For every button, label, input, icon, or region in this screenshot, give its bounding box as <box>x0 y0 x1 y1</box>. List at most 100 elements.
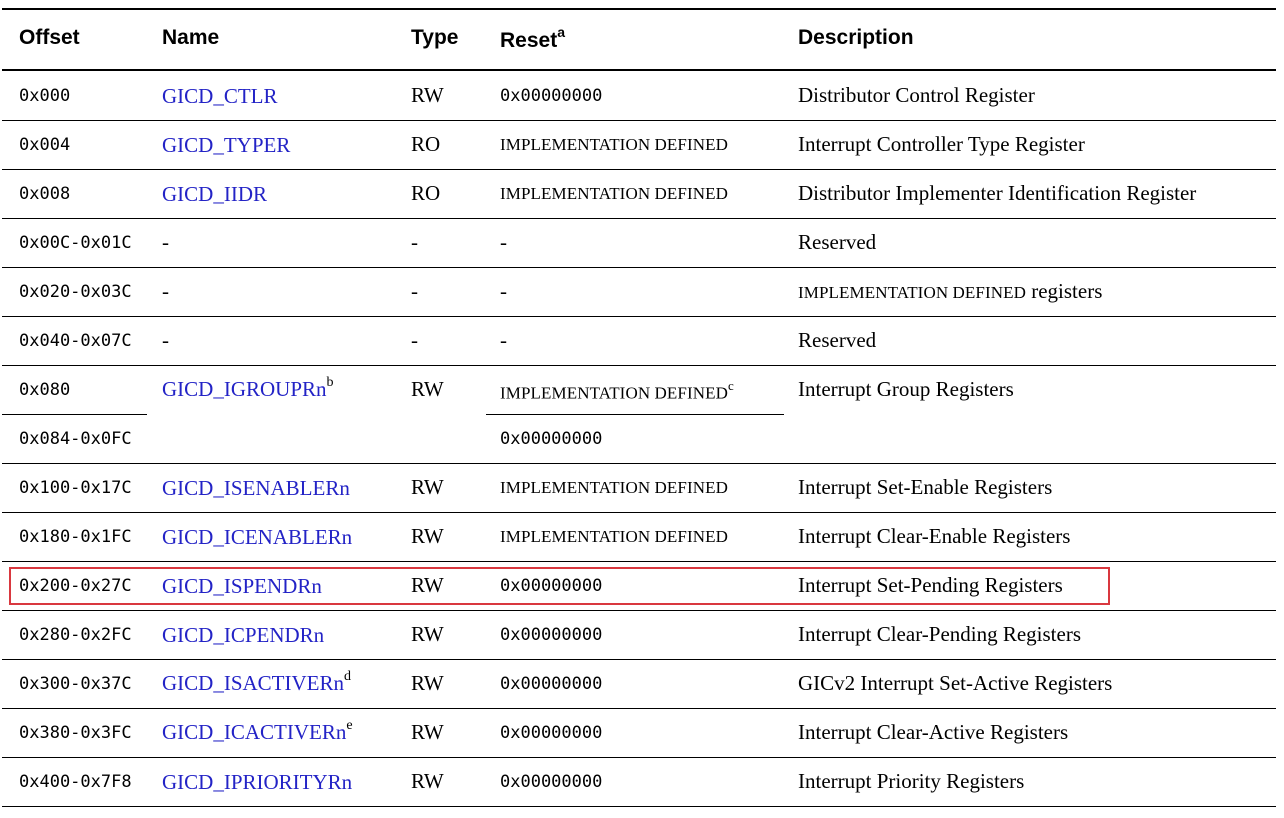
type-cell: - <box>411 230 418 254</box>
register-name-link[interactable]: GICD_ISENABLERn <box>162 476 350 501</box>
register-name-text[interactable]: GICD_IPRIORITYRn <box>162 770 352 794</box>
reset-text: IMPLEMENTATION DEFINED <box>500 383 728 403</box>
offset-cell: 0x380-0x3FC <box>19 723 132 743</box>
offset-cell: 0x400-0x7F8 <box>19 772 132 792</box>
header-reset-label: Reset <box>500 29 558 52</box>
header-rule <box>2 69 1276 71</box>
reset-footnote: c <box>727 378 734 393</box>
description-cell: GICv2 Interrupt Set-Active Registers <box>798 671 1113 695</box>
header-reset: Reseta <box>500 24 565 53</box>
row-rule <box>2 218 1276 219</box>
description-cell: Interrupt Clear-Active Registers <box>798 720 1069 744</box>
row-rule <box>2 365 1276 366</box>
table-header-row: Offset Name Type Reseta Description <box>2 10 1276 70</box>
row-rule <box>2 169 1276 170</box>
offset-cell: 0x080 <box>19 380 71 400</box>
reset-cell: - <box>500 230 507 254</box>
row-rule <box>2 757 1276 758</box>
description-text: registers <box>1025 279 1103 303</box>
row-rule <box>2 561 1276 562</box>
row-rule <box>486 414 784 415</box>
register-name-text[interactable]: GICD_ISACTIVERn <box>162 671 344 695</box>
description-cell: Reserved <box>798 230 877 254</box>
register-name-link[interactable]: GICD_IPRIORITYRn <box>162 770 352 795</box>
register-name-text[interactable]: GICD_IGROUPRn <box>162 377 327 401</box>
type-cell: RO <box>411 181 441 205</box>
row-rule <box>2 708 1276 709</box>
offset-cell: 0x084-0x0FC <box>19 429 132 449</box>
register-name-text[interactable]: GICD_ICENABLERn <box>162 525 352 549</box>
header-reset-footnote: a <box>557 24 565 40</box>
description-cell: IMPLEMENTATION DEFINED registers <box>798 279 1102 304</box>
header-description: Description <box>798 26 914 49</box>
type-cell: RW <box>411 475 444 499</box>
reset-cell: - <box>500 279 507 303</box>
row-rule <box>2 806 1276 807</box>
register-name-link[interactable]: GICD_TYPER <box>162 133 290 158</box>
offset-cell: 0x300-0x37C <box>19 674 132 694</box>
register-name-link[interactable]: GICD_IGROUPRnb <box>162 375 334 402</box>
reset-cell: 0x00000000 <box>500 772 603 792</box>
description-cell: Interrupt Priority Registers <box>798 769 1025 793</box>
row-rule <box>2 414 147 415</box>
row-rule <box>2 316 1276 317</box>
register-name-link[interactable]: GICD_ICPENDRn <box>162 623 324 648</box>
register-name-link[interactable]: GICD_ISACTIVERnd <box>162 669 351 696</box>
type-cell: RW <box>411 720 444 744</box>
reset-cell: 0x00000000 <box>500 674 603 694</box>
row-rule <box>2 120 1276 121</box>
register-name-link[interactable]: GICD_ICENABLERn <box>162 525 352 550</box>
header-offset: Offset <box>19 26 80 49</box>
reset-cell: IMPLEMENTATION DEFINED <box>500 184 728 203</box>
row-rule <box>2 512 1276 513</box>
name-footnote: e <box>346 718 353 733</box>
register-name-text[interactable]: GICD_TYPER <box>162 133 290 157</box>
row-rule <box>2 610 1276 611</box>
reset-cell: IMPLEMENTATION DEFINED <box>500 135 728 154</box>
offset-cell: 0x280-0x2FC <box>19 625 132 645</box>
type-cell: RW <box>411 671 444 695</box>
register-name-text[interactable]: GICD_ICPENDRn <box>162 623 324 647</box>
type-cell: RW <box>411 622 444 646</box>
register-name-link[interactable]: GICD_IIDR <box>162 182 267 207</box>
reset-cell: IMPLEMENTATION DEFINED <box>500 478 728 497</box>
description-cell: Interrupt Clear-Pending Registers <box>798 622 1082 646</box>
offset-cell: 0x180-0x1FC <box>19 527 132 547</box>
highlight-box <box>9 567 1110 605</box>
register-name-link[interactable]: GICD_ICACTIVERne <box>162 718 353 745</box>
description-cell: Interrupt Set-Enable Registers <box>798 475 1053 499</box>
description-impl-text: IMPLEMENTATION DEFINED <box>798 283 1026 302</box>
register-name-link[interactable]: GICD_CTLR <box>162 84 278 109</box>
offset-cell: 0x004 <box>19 135 71 155</box>
row-rule <box>2 463 1276 464</box>
description-cell: Distributor Implementer Identification R… <box>798 181 1197 205</box>
reset-cell: 0x00000000 <box>500 625 603 645</box>
name-cell: - <box>162 328 169 352</box>
type-cell: - <box>411 328 418 352</box>
register-name-text[interactable]: GICD_ISENABLERn <box>162 476 350 500</box>
type-cell: RW <box>411 524 444 548</box>
reset-cell: - <box>500 328 507 352</box>
register-name-text[interactable]: GICD_ICACTIVERn <box>162 720 346 744</box>
type-cell: RO <box>411 132 441 156</box>
offset-cell: 0x008 <box>19 184 71 204</box>
type-cell: - <box>411 279 418 303</box>
name-footnote: d <box>344 669 351 684</box>
header-name: Name <box>162 26 220 49</box>
reset-cell: 0x00000000 <box>500 429 603 449</box>
description-cell: Interrupt Clear-Enable Registers <box>798 524 1071 548</box>
header-type: Type <box>411 26 459 49</box>
reset-cell: IMPLEMENTATION DEFINEDc <box>500 378 734 404</box>
description-cell: Distributor Control Register <box>798 83 1035 107</box>
offset-cell: 0x040-0x07C <box>19 331 132 351</box>
name-footnote: b <box>326 375 334 390</box>
register-name-text[interactable]: GICD_CTLR <box>162 84 278 108</box>
type-cell: RW <box>411 83 444 107</box>
offset-cell: 0x020-0x03C <box>19 282 132 302</box>
offset-cell: 0x100-0x17C <box>19 478 132 498</box>
register-name-text[interactable]: GICD_IIDR <box>162 182 267 206</box>
type-cell: RW <box>411 769 444 793</box>
reset-cell: 0x00000000 <box>500 723 603 743</box>
description-cell: Interrupt Controller Type Register <box>798 132 1085 156</box>
reset-cell: IMPLEMENTATION DEFINED <box>500 527 728 546</box>
